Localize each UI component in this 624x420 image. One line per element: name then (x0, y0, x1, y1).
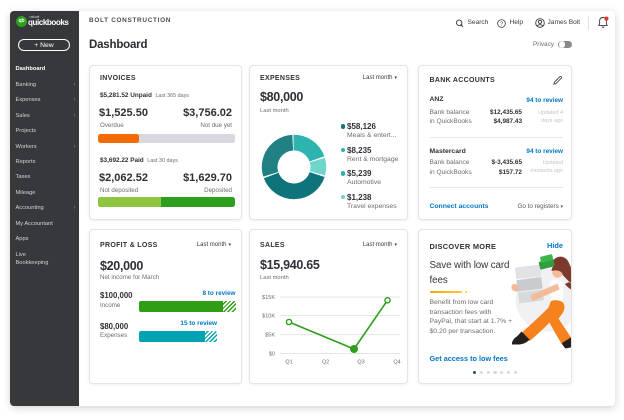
svg-text:Q4: Q4 (393, 360, 400, 366)
svg-text:$15K: $15K (262, 295, 275, 301)
svg-text:Q1: Q1 (285, 360, 292, 366)
svg-text:$10K: $10K (262, 314, 275, 320)
svg-text:Q2: Q2 (322, 360, 329, 366)
svg-text:$5K: $5K (265, 333, 275, 339)
svg-text:?: ? (499, 21, 502, 27)
svg-text:Q3: Q3 (357, 360, 364, 366)
svg-text:$0: $0 (269, 352, 275, 358)
